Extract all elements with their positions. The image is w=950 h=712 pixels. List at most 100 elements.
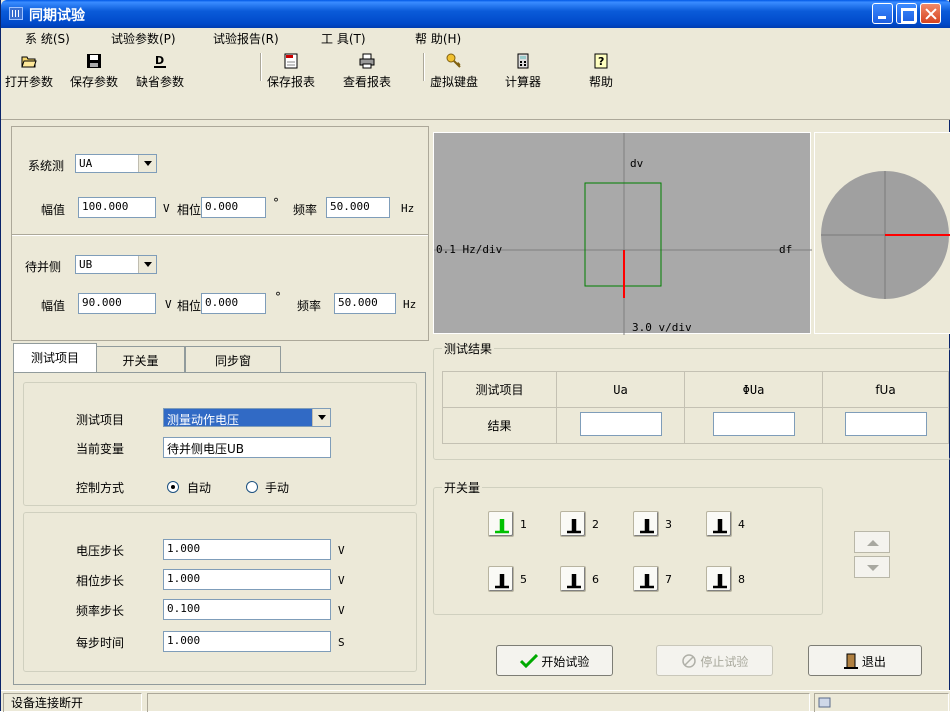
voltage-step-label: 电压步长	[76, 544, 125, 558]
switch-2[interactable]	[560, 511, 586, 537]
switch-6-label: 6	[592, 573, 599, 586]
help-button[interactable]: ? 帮助	[589, 53, 613, 90]
switch-8[interactable]	[706, 566, 732, 592]
current-var-label: 当前变量	[76, 442, 125, 456]
result-ua-field[interactable]	[579, 412, 662, 436]
menu-test-report[interactable]: 试验报告(R)	[213, 30, 279, 47]
phase-step-input[interactable]: 1.000	[163, 569, 331, 590]
main-window: 同期试验 系 统(S) 试验参数(P) 试验报告(R) 工 具(T) 帮 助(H…	[0, 0, 950, 712]
chevron-down-icon	[138, 256, 156, 273]
exit-button[interactable]: 退出	[808, 645, 922, 676]
switches-title: 开关量	[442, 479, 483, 496]
status-icon	[818, 697, 831, 708]
switch-6[interactable]	[560, 566, 586, 592]
switch-active-icon	[495, 519, 509, 534]
tab-sync-window[interactable]: 同步窗	[185, 346, 281, 372]
switch-4[interactable]	[706, 511, 732, 537]
pending-amp-input[interactable]: 90.000	[78, 293, 156, 314]
results-title: 测试结果	[442, 340, 495, 357]
results-row-header: 测试项目	[442, 371, 557, 408]
system-phase-unit: °	[273, 196, 279, 210]
virtual-keyboard-button[interactable]: 虚拟键盘	[430, 53, 478, 90]
current-var-field[interactable]: 待并侧电压UB	[163, 437, 331, 458]
pending-phase-input[interactable]: 0.000	[201, 293, 266, 314]
pending-amp-label: 幅值	[41, 299, 66, 313]
auto-radio[interactable]	[167, 481, 179, 493]
arrow-up-icon	[867, 540, 879, 546]
pending-freq-unit: Hz	[403, 298, 417, 311]
menu-test-params[interactable]: 试验参数(P)	[111, 30, 176, 47]
step-time-input[interactable]: 1.000	[163, 631, 331, 652]
system-amp-input[interactable]: 100.000	[78, 197, 156, 218]
switch-7[interactable]	[633, 566, 659, 592]
result-phase-field[interactable]	[712, 412, 795, 436]
phase-step-label: 相位步长	[76, 574, 125, 588]
system-channel-select[interactable]: UA	[75, 154, 157, 173]
switch-icon	[495, 574, 509, 589]
divider	[12, 234, 428, 236]
pending-freq-input[interactable]: 50.000	[334, 293, 396, 314]
switch-5[interactable]	[488, 566, 514, 592]
maximize-button[interactable]	[896, 3, 917, 24]
pending-phase-label: 相位	[177, 299, 202, 313]
system-side-label: 系统测	[28, 159, 65, 173]
system-amp-label: 幅值	[41, 203, 66, 217]
start-test-button[interactable]: 开始试验	[496, 645, 613, 676]
menu-system[interactable]: 系 统(S)	[25, 30, 70, 47]
status-text: 设备连接断开	[11, 696, 84, 710]
default-params-button[interactable]: D 缺省参数	[136, 53, 184, 90]
scope-xscale-label: 0.1 Hz/div	[436, 243, 503, 256]
save-params-button[interactable]: 保存参数	[70, 53, 118, 90]
manual-radio[interactable]	[246, 481, 258, 493]
help-icon: ?	[593, 53, 609, 69]
step-time-unit: S	[338, 636, 345, 649]
system-phase-input[interactable]: 0.000	[201, 197, 266, 218]
svg-text:?: ?	[598, 55, 604, 68]
scroll-up-button[interactable]	[854, 531, 890, 553]
manual-radio-label[interactable]: 手动	[265, 479, 289, 496]
app-icon	[9, 7, 23, 20]
menu-tools[interactable]: 工 具(T)	[321, 30, 366, 47]
switch-5-label: 5	[520, 573, 527, 586]
switches-group: 开关量	[433, 479, 823, 615]
phasor-panel	[814, 132, 950, 334]
save-icon	[86, 53, 102, 69]
close-button[interactable]	[920, 3, 941, 24]
menu-help[interactable]: 帮 助(H)	[415, 30, 461, 47]
switch-icon	[640, 519, 654, 534]
status-cell-right	[814, 693, 949, 712]
switch-4-label: 4	[738, 518, 745, 531]
test-item-select[interactable]: 测量动作电压	[163, 408, 331, 427]
col-phase-ua: ΦUa	[684, 371, 823, 408]
scope-yscale-label: 3.0 v/div	[632, 321, 692, 334]
pending-channel-select[interactable]: UB	[75, 255, 157, 274]
voltage-step-input[interactable]: 1.000	[163, 539, 331, 560]
arrow-down-icon	[867, 565, 879, 571]
result-freq-field[interactable]	[844, 412, 927, 436]
scroll-down-button[interactable]	[854, 556, 890, 578]
system-freq-input[interactable]: 50.000	[326, 197, 390, 218]
phase-step-unit: V	[338, 574, 345, 587]
switch-1[interactable]	[488, 511, 514, 537]
svg-text:D: D	[155, 54, 164, 67]
open-params-button[interactable]: 打开参数	[5, 53, 53, 90]
view-report-button[interactable]: 查看报表	[343, 53, 391, 90]
stop-test-button[interactable]: 停止试验	[656, 645, 773, 676]
control-mode-label: 控制方式	[76, 481, 125, 495]
save-report-button[interactable]: 保存报表	[267, 53, 315, 90]
toolbar-separator	[260, 53, 262, 81]
calculator-button[interactable]: 计算器	[505, 53, 541, 90]
report-save-icon	[283, 53, 299, 69]
freq-step-label: 频率步长	[76, 604, 125, 618]
printer-icon	[359, 53, 375, 69]
switch-8-label: 8	[738, 573, 745, 586]
results-table: 测试项目 Ua ΦUa fUa 结果	[442, 371, 949, 444]
switch-2-label: 2	[592, 518, 599, 531]
minimize-button[interactable]	[872, 3, 893, 24]
freq-step-input[interactable]: 0.100	[163, 599, 331, 620]
switch-3[interactable]	[633, 511, 659, 537]
auto-radio-label[interactable]: 自动	[187, 479, 211, 496]
tab-test-items[interactable]: 测试项目	[13, 343, 97, 373]
scope-dv-label: dv	[630, 157, 644, 170]
tab-switches[interactable]: 开关量	[96, 346, 185, 372]
